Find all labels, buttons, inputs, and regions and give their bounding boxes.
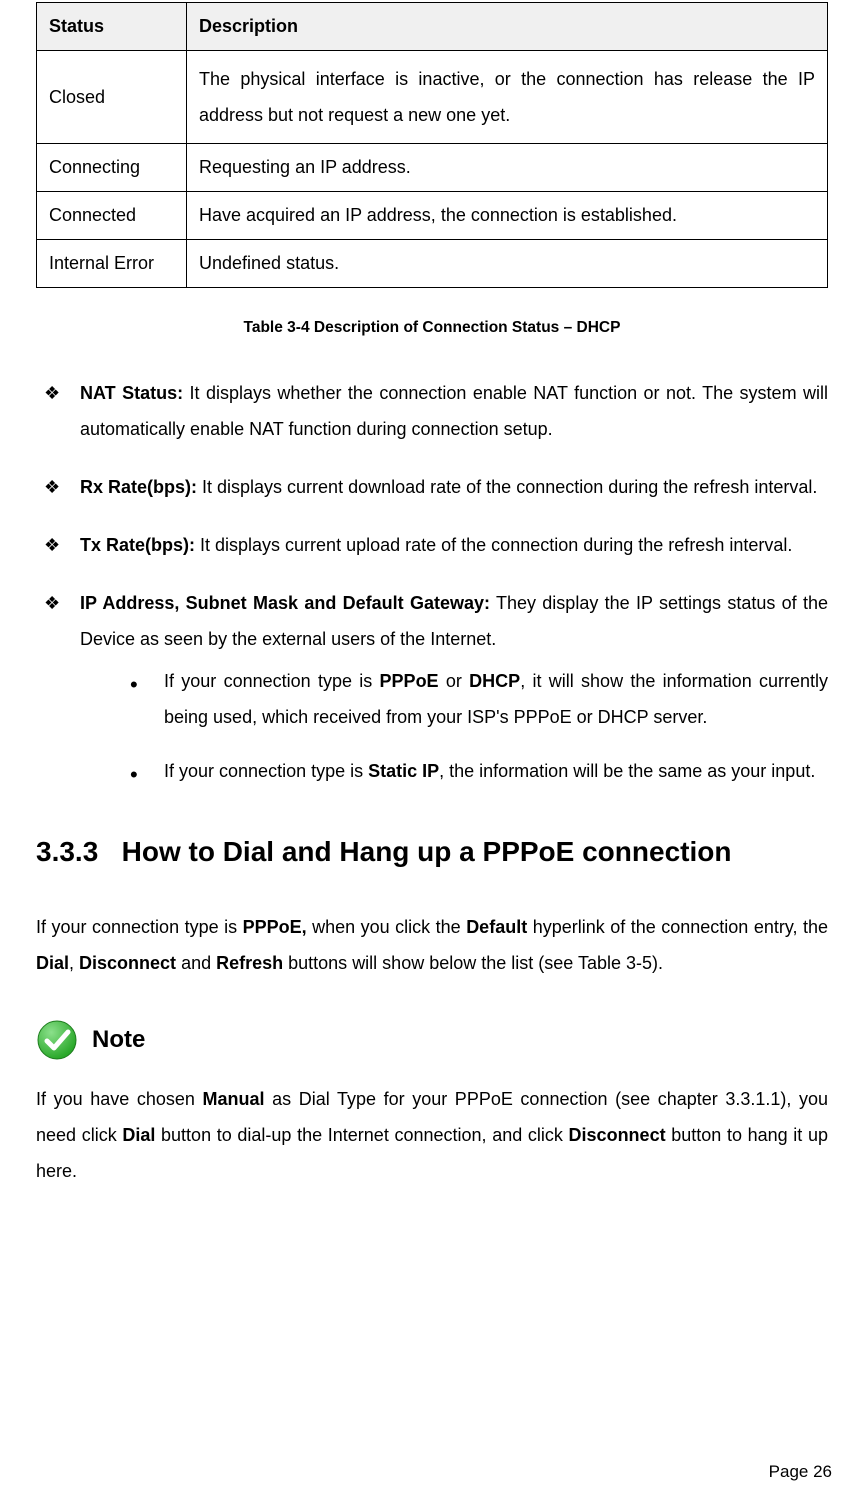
- bold-text: Refresh: [216, 953, 283, 973]
- text: button to dial-up the Internet connectio…: [155, 1125, 568, 1145]
- definition-text: It displays whether the connection enabl…: [80, 383, 828, 439]
- text: If you have chosen: [36, 1089, 202, 1109]
- list-item-nat-status: NAT Status: It displays whether the conn…: [36, 375, 828, 447]
- bold-text: Static IP: [368, 761, 439, 781]
- list-item: If your connection type is PPPoE or DHCP…: [124, 663, 828, 735]
- text: If your connection type is: [164, 671, 380, 691]
- definition-label: NAT Status:: [80, 383, 183, 403]
- definition-label: IP Address, Subnet Mask and Default Gate…: [80, 593, 490, 613]
- bold-text: Default: [466, 917, 527, 937]
- sub-bullet-list: If your connection type is PPPoE or DHCP…: [80, 663, 828, 789]
- cell-description: The physical interface is inactive, or t…: [187, 51, 828, 144]
- page-number: Page 26: [769, 1459, 832, 1485]
- list-item: If your connection type is Static IP, th…: [124, 753, 828, 789]
- bold-text: Dial: [122, 1125, 155, 1145]
- bold-text: Manual: [202, 1089, 264, 1109]
- text: ,: [69, 953, 79, 973]
- note-header: Note: [36, 1019, 828, 1061]
- list-item-ip-settings: IP Address, Subnet Mask and Default Gate…: [36, 585, 828, 789]
- list-item-rx-rate: Rx Rate(bps): It displays current downlo…: [36, 469, 828, 505]
- definition-text: It displays current upload rate of the c…: [195, 535, 792, 555]
- table-row: Connecting Requesting an IP address.: [37, 144, 828, 192]
- bold-text: DHCP: [469, 671, 520, 691]
- text: buttons will show below the list (see Ta…: [283, 953, 663, 973]
- section-heading: 3.3.3 How to Dial and Hang up a PPPoE co…: [36, 831, 828, 873]
- cell-status: Connecting: [37, 144, 187, 192]
- cell-description: Undefined status.: [187, 240, 828, 288]
- table-caption: Table 3-4 Description of Connection Stat…: [36, 316, 828, 339]
- cell-description: Have acquired an IP address, the connect…: [187, 192, 828, 240]
- cell-status: Connected: [37, 192, 187, 240]
- note-paragraph: If you have chosen Manual as Dial Type f…: [36, 1081, 828, 1189]
- section-title: How to Dial and Hang up a PPPoE connecti…: [122, 836, 732, 867]
- table-row: Internal Error Undefined status.: [37, 240, 828, 288]
- header-status: Status: [37, 3, 187, 51]
- list-item-tx-rate: Tx Rate(bps): It displays current upload…: [36, 527, 828, 563]
- bold-text: Dial: [36, 953, 69, 973]
- table-row: Closed The physical interface is inactiv…: [37, 51, 828, 144]
- bold-text: PPPoE: [380, 671, 439, 691]
- note-label: Note: [92, 1022, 145, 1058]
- definition-text: It displays current download rate of the…: [197, 477, 817, 497]
- cell-description: Requesting an IP address.: [187, 144, 828, 192]
- status-table: Status Description Closed The physical i…: [36, 2, 828, 288]
- text: or: [439, 671, 470, 691]
- text: when you click the: [307, 917, 467, 937]
- section-number: 3.3.3: [36, 836, 98, 867]
- text: If your connection type is: [164, 761, 368, 781]
- text: hyperlink of the connection entry, the: [527, 917, 828, 937]
- bold-text: Disconnect: [79, 953, 176, 973]
- cell-status: Internal Error: [37, 240, 187, 288]
- checkmark-icon: [36, 1019, 78, 1061]
- cell-status: Closed: [37, 51, 187, 144]
- text: If your connection type is: [36, 917, 243, 937]
- header-description: Description: [187, 3, 828, 51]
- table-row: Connected Have acquired an IP address, t…: [37, 192, 828, 240]
- definition-list: NAT Status: It displays whether the conn…: [36, 375, 828, 789]
- text: and: [176, 953, 216, 973]
- text: , the information will be the same as yo…: [439, 761, 815, 781]
- bold-text: Disconnect: [569, 1125, 666, 1145]
- definition-label: Rx Rate(bps):: [80, 477, 197, 497]
- table-header-row: Status Description: [37, 3, 828, 51]
- definition-label: Tx Rate(bps):: [80, 535, 195, 555]
- intro-paragraph: If your connection type is PPPoE, when y…: [36, 909, 828, 981]
- bold-text: PPPoE,: [243, 917, 307, 937]
